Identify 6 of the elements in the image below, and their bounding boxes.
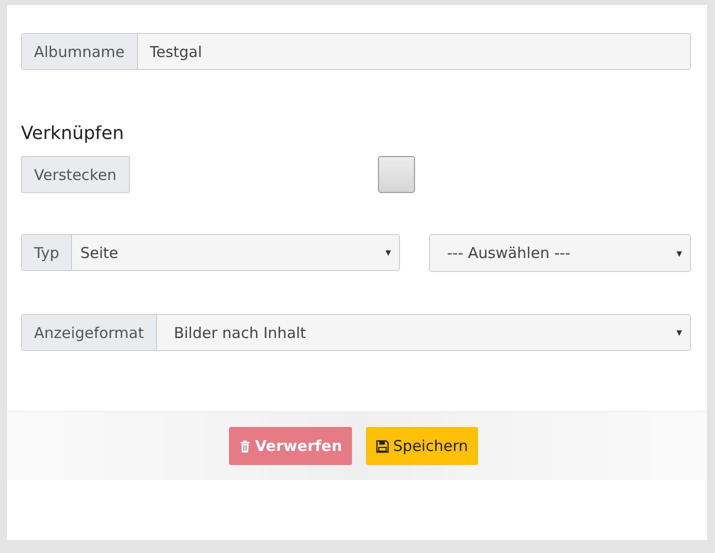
- checkbox[interactable]: [378, 156, 416, 193]
- field-label: Verstecken: [21, 156, 130, 193]
- save-button[interactable]: Speichern: [366, 427, 478, 465]
- section-heading: Verknüpfen: [21, 123, 125, 144]
- target-select[interactable]: --- Auswählen --- ▾: [429, 234, 691, 272]
- trash-icon: [238, 440, 251, 452]
